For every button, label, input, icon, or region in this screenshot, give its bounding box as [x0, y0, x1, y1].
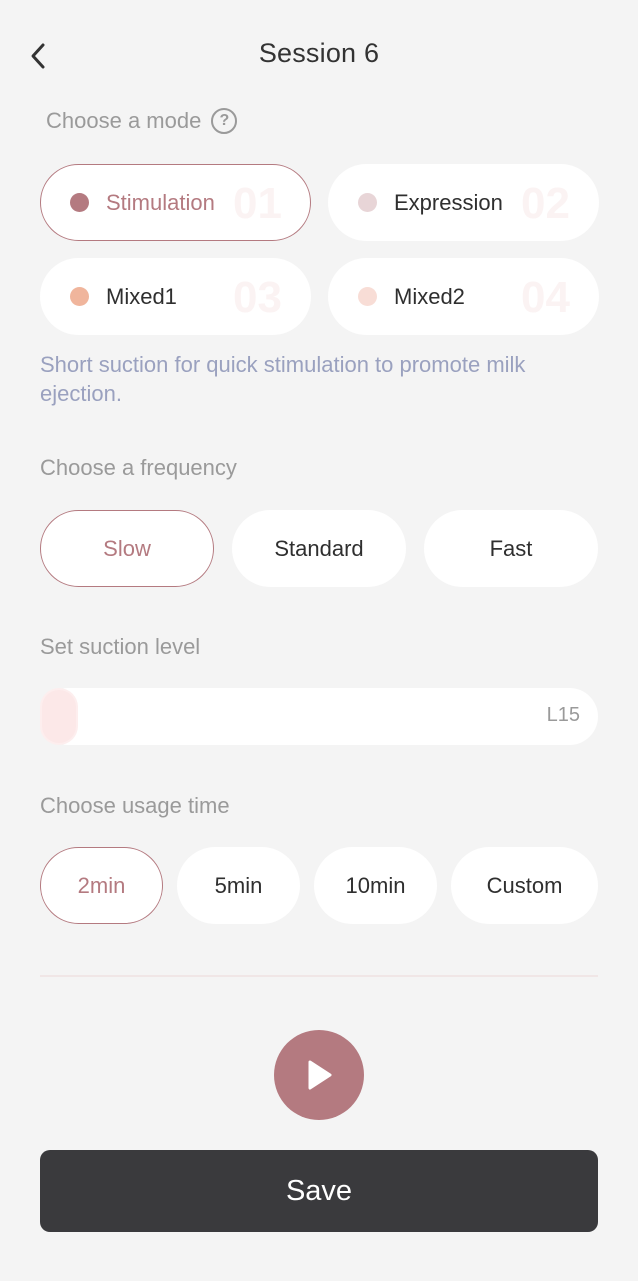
frequency-option-fast[interactable]: Fast	[424, 510, 598, 587]
mode-dot	[358, 287, 377, 306]
mode-option-label: Mixed2	[394, 283, 465, 309]
mode-option-number: 01	[233, 179, 282, 228]
mode-dot	[358, 193, 377, 212]
mode-dot	[70, 287, 89, 306]
slider-handle[interactable]	[42, 690, 76, 743]
suction-level-slider[interactable]: L15	[40, 688, 598, 745]
mode-dot	[70, 193, 89, 212]
frequency-section-label: Choose a frequency	[40, 455, 237, 480]
mode-option-number: 03	[233, 273, 282, 322]
page-title: Session 6	[258, 38, 380, 68]
mode-description: Short suction for quick stimulation to p…	[40, 352, 526, 406]
play-icon	[308, 1060, 332, 1090]
question-circle-icon[interactable]: ?	[211, 108, 238, 134]
mode-option-mixed2[interactable]: Mixed2 04	[328, 258, 599, 335]
mode-option-mixed1[interactable]: Mixed1 03	[40, 258, 311, 335]
mode-option-label: Expression	[394, 189, 503, 215]
mode-option-number: 04	[521, 273, 570, 322]
usage-time-option-5min[interactable]: 5min	[177, 847, 300, 924]
header: Session 6	[0, 0, 638, 112]
mode-option-label: Mixed1	[106, 283, 177, 309]
usage-time-option-custom[interactable]: Custom	[451, 847, 598, 924]
usage-time-option-2min[interactable]: 2min	[40, 847, 163, 924]
save-button[interactable]: Save	[40, 1150, 598, 1232]
frequency-option-slow[interactable]: Slow	[40, 510, 214, 587]
frequency-option-standard[interactable]: Standard	[232, 510, 406, 587]
suction-level-value: L15	[546, 704, 580, 726]
mode-option-stimulation[interactable]: Stimulation 01	[40, 164, 311, 241]
usage-time-option-10min[interactable]: 10min	[314, 847, 437, 924]
mode-section-label: Choose a mode	[46, 108, 202, 133]
mode-option-number: 02	[521, 179, 570, 228]
usage-time-section-label: Choose usage time	[40, 793, 230, 818]
suction-section-label: Set suction level	[40, 634, 201, 659]
divider	[40, 975, 598, 977]
mode-label-row: Choose a mode ?	[46, 108, 238, 134]
play-button[interactable]	[274, 1030, 364, 1120]
mode-option-expression[interactable]: Expression 02	[328, 164, 599, 241]
mode-option-label: Stimulation	[106, 189, 215, 215]
